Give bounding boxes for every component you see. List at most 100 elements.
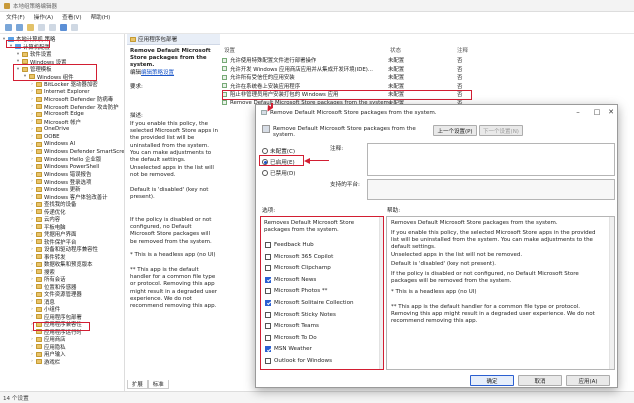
expand-right-icon[interactable]: › [30,247,34,252]
folder-icon [36,216,42,222]
options-label: 选项: [262,208,276,214]
setting-row[interactable]: 允许使用特殊配置文件进行部署操作 未配置 否 [222,56,472,65]
expand-right-icon[interactable]: › [30,314,34,319]
highlight-app-package-deployment [33,322,90,331]
expand-right-icon[interactable]: › [30,292,34,297]
description-text-1: If you enable this policy, the selected … [130,121,219,164]
expand-right-icon[interactable]: › [30,284,34,289]
help-scrollbar[interactable] [609,217,614,369]
expand-right-icon[interactable]: › [30,337,34,342]
column-comment[interactable]: 注释 [457,46,468,55]
menu-file[interactable]: 文件(F) [6,13,25,21]
expand-right-icon[interactable]: › [30,119,34,124]
expand-right-icon[interactable]: › [30,179,34,184]
toolbar [0,22,634,34]
expand-right-icon[interactable]: › [30,269,34,274]
expand-right-icon[interactable]: › [30,209,34,214]
comment-textarea[interactable] [367,143,615,176]
filter-icon[interactable] [71,24,78,31]
edit-policy-link[interactable]: 编辑策略设置 [141,70,174,76]
setting-row[interactable]: 允许在系统卷上安装应用程序 未配置 否 [222,82,472,91]
close-icon[interactable]: ✕ [606,108,616,117]
folder-icon [36,89,42,94]
expand-right-icon[interactable]: › [30,142,34,147]
properties-icon[interactable] [49,24,56,31]
back-icon[interactable] [5,24,12,31]
expand-right-icon[interactable]: › [30,149,34,154]
expand-right-icon[interactable]: › [30,97,34,102]
show-hide-tree-icon[interactable] [38,24,45,31]
expand-right-icon[interactable]: › [30,89,34,94]
expand-right-icon[interactable]: › [30,134,34,139]
folder-icon [36,201,42,207]
expand-right-icon[interactable]: › [30,112,34,117]
help-icon[interactable] [60,24,67,31]
expand-right-icon[interactable]: › [30,352,34,357]
forward-icon[interactable] [16,24,23,31]
folder-icon [36,141,42,147]
tree-node-label: Windows Defender SmartScree [44,148,125,155]
expand-right-icon[interactable]: › [30,239,34,244]
menu-action[interactable]: 操作(A) [34,13,53,21]
maximize-icon[interactable]: □ [592,108,602,117]
column-setting[interactable]: 设置 [224,46,235,55]
highlight-admin-templates [13,64,97,81]
expand-right-icon[interactable]: › [30,187,34,192]
expand-right-icon[interactable]: › [30,307,34,312]
expand-right-icon[interactable]: › [30,262,34,267]
expand-right-icon[interactable]: › [30,359,34,364]
setting-row[interactable]: 允许开发 Windows 应用商店应用并从集成开发环境(IDE)... 未配置 否 [222,65,472,74]
radio-not-configured[interactable]: 未配置(C) [262,147,295,155]
supported-platforms-box [367,179,615,200]
prev-setting-button[interactable]: 上一个设置(P) [433,125,477,136]
folder-icon [36,284,42,289]
next-setting-button[interactable]: 下一个设置(N) [479,125,523,136]
folder-icon [130,36,136,42]
ok-button[interactable]: 确定 [470,375,514,386]
expand-right-icon[interactable]: › [30,299,34,304]
folder-icon [36,171,42,177]
radio-circle [262,170,268,176]
menu-view[interactable]: 查看(V) [62,13,81,21]
tree-node[interactable]: › 游戏栏 [30,358,60,366]
expand-right-icon[interactable]: › [30,157,34,162]
expand-right-icon[interactable]: › [30,254,34,259]
expand-right-icon[interactable]: › [30,232,34,237]
expand-right-icon[interactable]: › [30,127,34,132]
expand-right-icon[interactable]: › [30,277,34,282]
tab-extended[interactable]: 扩展 [127,380,148,389]
minimize-icon[interactable]: – [573,108,583,117]
expand-right-icon[interactable]: › [30,104,34,109]
tree-node-label: OneDrive [44,126,70,132]
up-folder-icon[interactable] [27,24,34,31]
folder-icon [36,276,42,282]
expand-right-icon[interactable]: › [30,164,34,169]
folder-icon [36,306,42,312]
expand-down-icon[interactable]: ▾ [16,52,20,57]
expand-right-icon[interactable]: › [30,172,34,177]
expand-right-icon[interactable]: › [30,344,34,349]
setting-state: 未配置 [388,58,405,65]
expand-right-icon[interactable]: › [30,202,34,207]
tree-node-label: OOBE [44,133,60,140]
expand-right-icon[interactable]: › [30,194,34,199]
apply-button[interactable]: 应用(A) [566,375,610,386]
setting-comment: 否 [457,83,463,90]
setting-row[interactable]: 允许所有受信任的应用安装 未配置 否 [222,73,472,82]
tree-node-label: Microsoft Edge [44,111,84,117]
tab-standard[interactable]: 标准 [147,380,169,389]
folder-icon [36,164,42,169]
setting-state: 未配置 [388,75,405,82]
menu-help[interactable]: 帮助(H) [91,13,111,21]
expand-right-icon[interactable]: › [30,224,34,229]
description-title: Remove Default Microsoft Store packages … [130,48,211,69]
folder-icon [36,126,42,132]
column-state[interactable]: 状态 [390,46,401,55]
expand-right-icon[interactable]: › [30,217,34,222]
cancel-button[interactable]: 取消 [518,375,562,386]
radio-disabled[interactable]: 已禁用(D) [262,169,295,177]
status-text: 14 个设置 [3,395,29,402]
expand-right-icon[interactable]: › [30,82,34,87]
folder-icon [36,359,42,364]
folder-icon [36,179,42,184]
